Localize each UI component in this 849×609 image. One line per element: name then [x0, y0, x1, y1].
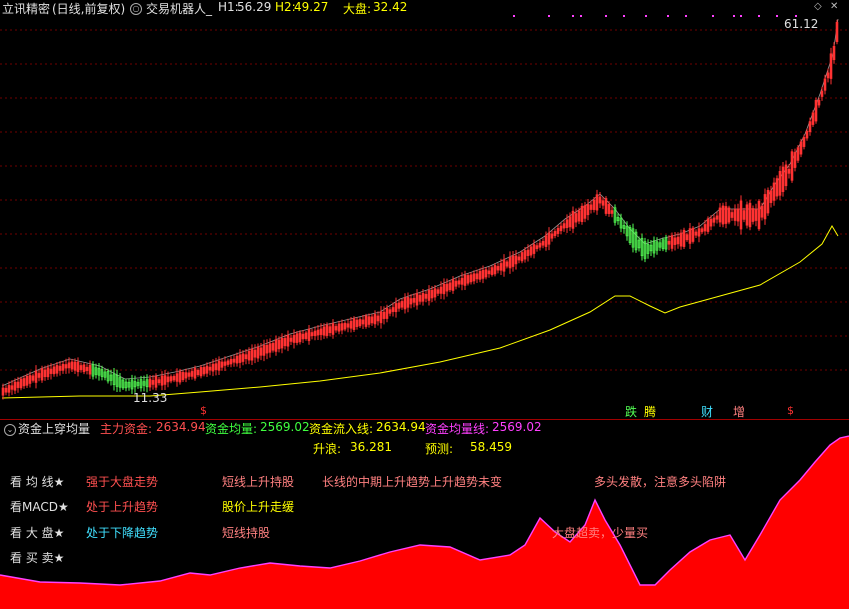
predict-value: 58.459: [470, 440, 512, 454]
status-long-trend: 长线的中期上升趋势上升趋势未变: [322, 475, 503, 489]
menu-trade[interactable]: 看 买 卖★: [10, 549, 64, 566]
status-price-up: 股价上升走缓: [222, 500, 295, 514]
indicator-chart[interactable]: [0, 0, 849, 609]
status-bull: 多头发散，注意多头陷阱: [594, 475, 727, 489]
rise-label: 升浪:: [313, 442, 342, 456]
menu-macd[interactable]: 看MACD★: [10, 498, 69, 515]
status-short-hold: 短线持股: [222, 526, 271, 540]
menu-market[interactable]: 看 大 盘★: [10, 524, 64, 541]
fund-area: [0, 436, 849, 609]
status-market-trend: 处于下降趋势: [86, 526, 159, 540]
menu-ma[interactable]: 看 均 线★: [10, 473, 64, 490]
status-market-sell: 大盘超卖，少量买: [552, 526, 649, 540]
status-ma-trend: 强于大盘走势: [86, 475, 159, 489]
rise-value: 36.281: [350, 440, 392, 454]
status-short-up: 短线上升持股: [222, 475, 295, 489]
status-macd-trend: 处于上升趋势: [86, 500, 159, 514]
predict-label: 预测:: [425, 442, 454, 456]
